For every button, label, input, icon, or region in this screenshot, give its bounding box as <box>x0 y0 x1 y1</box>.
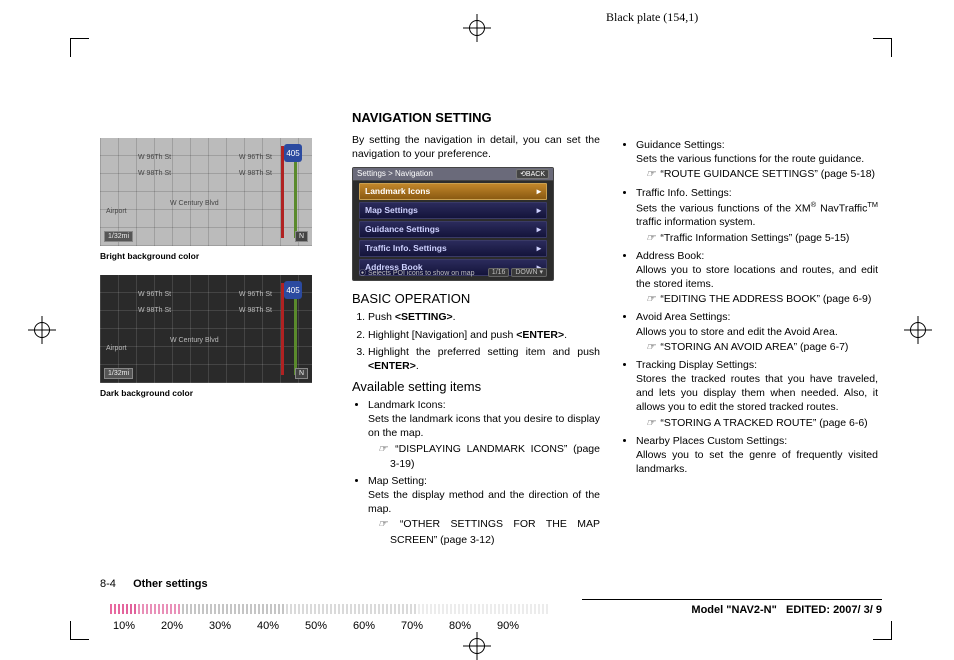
middle-column: NAVIGATION SETTING By setting the naviga… <box>352 110 600 551</box>
reference-icon: ☞ <box>646 169 657 180</box>
screenshot-menu-item: Map Settings▸ <box>359 202 547 219</box>
street-label: W 96Th St <box>239 154 272 161</box>
traffic-desc: Sets the various functions of the XM® Na… <box>636 200 878 230</box>
left-column: 405 W 96Th St W 96Th St W 98Th St W 98Th… <box>100 138 312 412</box>
nav-settings-screenshot: Settings > Navigation ⟲BACK Landmark Ico… <box>352 167 554 281</box>
street-label: W Century Blvd <box>170 200 219 207</box>
crop-corner-tl <box>70 38 89 57</box>
percent-scale: 10% 20% 30% 40% 50% 60% 70% 80% 90% <box>100 620 640 632</box>
step: Highlight [Navigation] and push <ENTER>. <box>368 328 600 342</box>
page-number-footer: 8-4 Other settings <box>100 578 208 590</box>
street-label: W 98Th St <box>138 307 171 314</box>
compass-badge: N <box>295 231 308 242</box>
model-edit-line: Model "NAV2-N" EDITED: 2007/ 3/ 9 <box>582 599 882 616</box>
street-label: W 96Th St <box>138 291 171 298</box>
registration-mark-right <box>904 316 932 344</box>
reference-icon: ☞ <box>646 418 657 429</box>
pct-tick: 80% <box>436 620 484 632</box>
reference-icon: ☞ <box>646 342 657 353</box>
screenshot-breadcrumb: Settings > Navigation <box>357 169 433 179</box>
setting-item: Map Setting: Sets the display method and… <box>368 474 600 547</box>
section-title: NAVIGATION SETTING <box>352 110 600 125</box>
dark-caption: Dark background color <box>100 388 312 398</box>
screenshot-menu-item: Traffic Info. Settings▸ <box>359 240 547 257</box>
screenshot-menu-item: Landmark Icons▸ <box>359 183 547 200</box>
pct-tick: 40% <box>244 620 292 632</box>
pct-tick: 30% <box>196 620 244 632</box>
pct-tick: 60% <box>340 620 388 632</box>
page-number: 8-4 <box>100 578 130 590</box>
crop-corner-tr <box>873 38 892 57</box>
registration-mark-bottom <box>463 632 491 660</box>
setting-item: Nearby Places Custom Settings: Allows yo… <box>636 434 878 477</box>
pct-tick: 50% <box>292 620 340 632</box>
crop-corner-br <box>873 621 892 640</box>
setting-item: Traffic Info. Settings: Sets the various… <box>636 186 878 246</box>
pct-tick: 90% <box>484 620 532 632</box>
street-label: W 98Th St <box>239 170 272 177</box>
setting-item: Avoid Area Settings: Allows you to store… <box>636 310 878 355</box>
density-gradient-bar <box>110 604 550 614</box>
step: Highlight the preferred setting item and… <box>368 345 600 373</box>
scale-badge: 1/32mi <box>104 231 133 242</box>
bright-caption: Bright background color <box>100 251 312 261</box>
setting-item: Landmark Icons: Sets the landmark icons … <box>368 398 600 471</box>
basic-operation-steps: Push <SETTING>. Highlight [Navigation] a… <box>352 310 600 373</box>
black-plate-label: Black plate (154,1) <box>606 10 698 25</box>
page-label: Other settings <box>133 578 208 590</box>
available-settings-left: Landmark Icons: Sets the landmark icons … <box>352 398 600 547</box>
step: Push <SETTING>. <box>368 310 600 324</box>
screenshot-menu-item: Guidance Settings▸ <box>359 221 547 238</box>
highway-shield-icon: 405 <box>284 144 302 162</box>
right-column: Guidance Settings: Sets the various func… <box>620 138 878 480</box>
reference-icon: ☞ <box>378 519 389 530</box>
street-label: W Century Blvd <box>170 337 219 344</box>
airport-label: Airport <box>106 208 127 215</box>
setting-item: Guidance Settings: Sets the various func… <box>636 138 878 183</box>
street-label: W 96Th St <box>239 291 272 298</box>
screenshot-down: DOWN ▾ <box>511 268 547 277</box>
setting-item: Tracking Display Settings: Stores the tr… <box>636 358 878 431</box>
highway-shield-icon: 405 <box>284 281 302 299</box>
reference-icon: ☞ <box>378 444 389 455</box>
setting-item: Address Book: Allows you to store locati… <box>636 249 878 308</box>
street-label: W 96Th St <box>138 154 171 161</box>
pct-tick: 70% <box>388 620 436 632</box>
available-settings-right: Guidance Settings: Sets the various func… <box>620 138 878 476</box>
pct-tick: 20% <box>148 620 196 632</box>
available-settings-heading: Available setting items <box>352 379 600 394</box>
scale-badge: 1/32mi <box>104 368 133 379</box>
registration-mark-top <box>463 14 491 42</box>
map-bright-thumbnail: 405 W 96Th St W 96Th St W 98Th St W 98Th… <box>100 138 312 246</box>
street-label: W 98Th St <box>138 170 171 177</box>
airport-label: Airport <box>106 345 127 352</box>
compass-badge: N <box>295 368 308 379</box>
reference-icon: ☞ <box>646 233 657 244</box>
street-label: W 98Th St <box>239 307 272 314</box>
registration-mark-left <box>28 316 56 344</box>
crop-corner-bl <box>70 621 89 640</box>
basic-operation-heading: BASIC OPERATION <box>352 291 600 306</box>
map-dark-thumbnail: 405 W 96Th St W 96Th St W 98Th St W 98Th… <box>100 275 312 383</box>
screenshot-back-button: ⟲BACK <box>516 169 549 179</box>
pct-tick: 10% <box>100 620 148 632</box>
screenshot-page: 1/16 <box>488 268 510 277</box>
screenshot-hint: ⦿ Selects POI icons to show on map <box>359 268 475 278</box>
reference-icon: ☞ <box>646 294 657 305</box>
section-intro: By setting the navigation in detail, you… <box>352 133 600 161</box>
